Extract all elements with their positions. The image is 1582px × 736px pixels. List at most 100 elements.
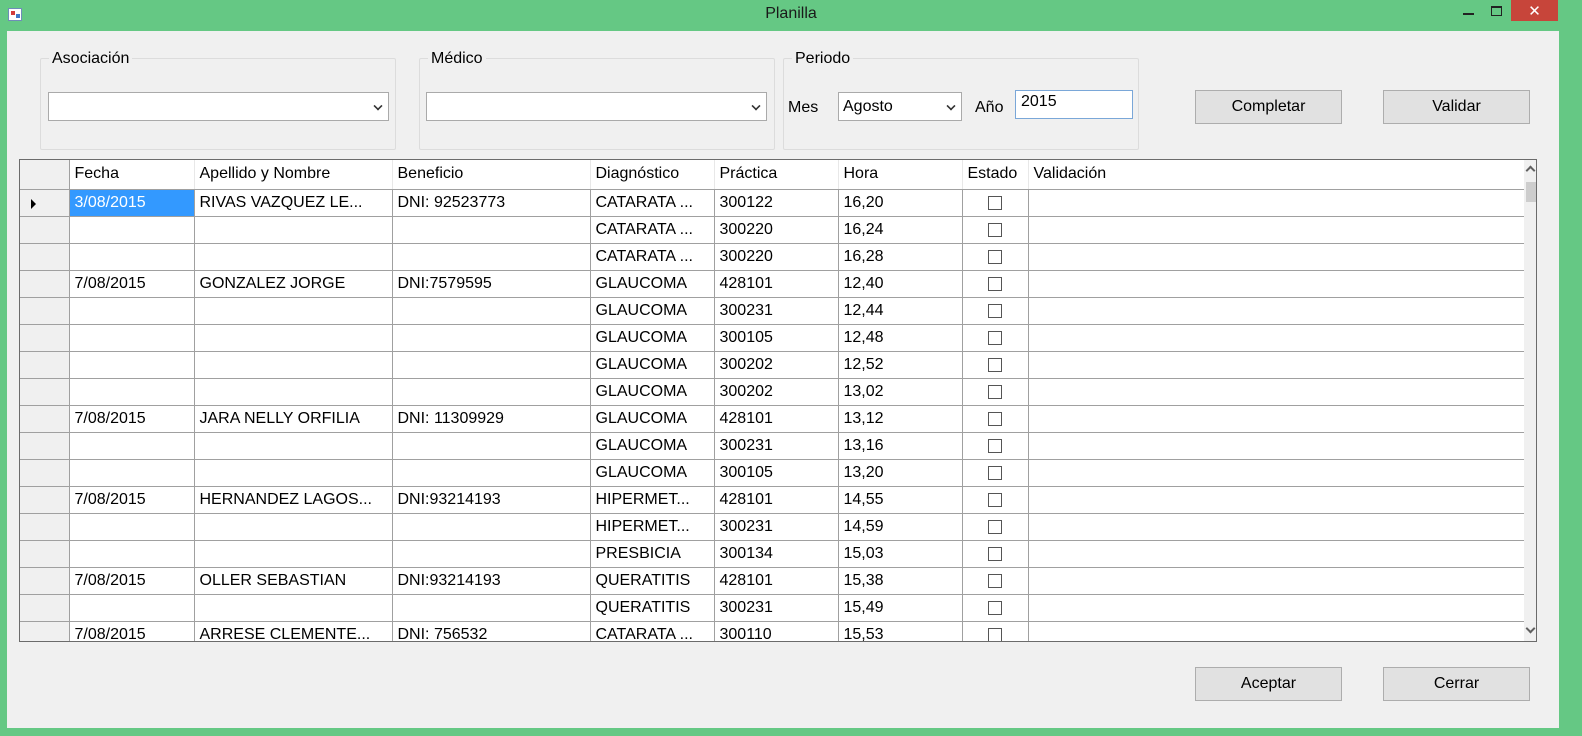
cell-practica[interactable]: 428101 [714, 270, 839, 298]
cell-diagnostico[interactable]: PRESBICIA [590, 540, 715, 568]
row-header[interactable] [20, 189, 70, 217]
validar-button[interactable]: Validar [1383, 90, 1530, 124]
estado-checkbox[interactable] [988, 330, 1002, 345]
cell-beneficio[interactable]: DNI:93214193 [392, 486, 591, 514]
cell-hora[interactable]: 13,20 [838, 459, 963, 487]
cell-fecha[interactable] [69, 297, 195, 325]
cell-practica[interactable]: 300220 [714, 216, 839, 244]
row-header[interactable] [20, 324, 70, 352]
cell-beneficio[interactable]: DNI:93214193 [392, 567, 591, 595]
row-header[interactable] [20, 243, 70, 271]
estado-checkbox[interactable] [988, 465, 1002, 480]
cell-diagnostico[interactable]: HIPERMET... [590, 513, 715, 541]
cell-diagnostico[interactable]: CATARATA ... [590, 621, 715, 641]
cell-beneficio[interactable] [392, 432, 591, 460]
cell-fecha[interactable]: 7/08/2015 [69, 486, 195, 514]
cell-nombre[interactable] [194, 540, 393, 568]
row-header[interactable] [20, 432, 70, 460]
cell-nombre[interactable] [194, 513, 393, 541]
estado-checkbox[interactable] [988, 384, 1002, 399]
cell-validacion[interactable] [1028, 378, 1525, 406]
cell-hora[interactable]: 13,12 [838, 405, 963, 433]
cell-practica[interactable]: 300105 [714, 459, 839, 487]
row-header[interactable] [20, 567, 70, 595]
cell-hora[interactable]: 15,53 [838, 621, 963, 641]
table-row[interactable]: 7/08/2015 JARA NELLY ORFILIA DNI: 11309929… [20, 405, 1525, 433]
table-row[interactable]: GLAUCOMA 300105 13,20 [20, 459, 1525, 487]
cell-fecha[interactable]: 7/08/2015 [69, 405, 195, 433]
planilla-grid[interactable]: Fecha Apellido y Nombre Beneficio Diagnó… [19, 159, 1537, 642]
cell-fecha[interactable] [69, 243, 195, 271]
maximize-button[interactable] [1483, 0, 1509, 21]
cell-nombre[interactable]: RIVAS VAZQUEZ LE... [194, 189, 393, 217]
minimize-button[interactable] [1455, 0, 1481, 21]
medico-combo[interactable] [426, 92, 767, 121]
cell-beneficio[interactable] [392, 216, 591, 244]
cell-hora[interactable]: 15,03 [838, 540, 963, 568]
cell-nombre[interactable] [194, 297, 393, 325]
cell-validacion[interactable] [1028, 270, 1525, 298]
cell-practica[interactable]: 300231 [714, 432, 839, 460]
cell-fecha[interactable] [69, 513, 195, 541]
cell-practica[interactable]: 300231 [714, 594, 839, 622]
table-row[interactable]: 7/08/2015 ARRESE CLEMENTE... DNI: 756532 CA… [20, 621, 1525, 641]
column-header-fecha[interactable]: Fecha [69, 160, 195, 190]
cell-hora[interactable]: 14,55 [838, 486, 963, 514]
cell-hora[interactable]: 14,59 [838, 513, 963, 541]
column-header-hora[interactable]: Hora [838, 160, 963, 190]
cell-diagnostico[interactable]: GLAUCOMA [590, 432, 715, 460]
cell-validacion[interactable] [1028, 459, 1525, 487]
aceptar-button[interactable]: Aceptar [1195, 667, 1342, 701]
estado-checkbox[interactable] [988, 546, 1002, 561]
asociacion-combo[interactable] [48, 92, 389, 121]
row-header[interactable] [20, 513, 70, 541]
cell-beneficio[interactable] [392, 351, 591, 379]
cell-fecha[interactable] [69, 378, 195, 406]
cell-validacion[interactable] [1028, 297, 1525, 325]
cell-hora[interactable]: 15,49 [838, 594, 963, 622]
cell-hora[interactable]: 12,44 [838, 297, 963, 325]
cell-diagnostico[interactable]: GLAUCOMA [590, 405, 715, 433]
cell-hora[interactable]: 12,52 [838, 351, 963, 379]
cell-diagnostico[interactable]: CATARATA ... [590, 189, 715, 217]
cell-hora[interactable]: 13,02 [838, 378, 963, 406]
cell-hora[interactable]: 16,28 [838, 243, 963, 271]
table-row[interactable]: 7/08/2015 OLLER SEBASTIAN DNI:93214193 QUER… [20, 567, 1525, 595]
cell-validacion[interactable] [1028, 567, 1525, 595]
cell-nombre[interactable] [194, 378, 393, 406]
cell-beneficio[interactable]: DNI:7579595 [392, 270, 591, 298]
table-row[interactable]: CATARATA ... 300220 16,24 [20, 216, 1525, 244]
table-row[interactable]: 7/08/2015 HERNANDEZ LAGOS... DNI:93214193 H… [20, 486, 1525, 514]
table-row[interactable]: GLAUCOMA 300202 12,52 [20, 351, 1525, 379]
cell-fecha[interactable]: 7/08/2015 [69, 270, 195, 298]
cell-diagnostico[interactable]: QUERATITIS [590, 594, 715, 622]
cell-practica[interactable]: 300134 [714, 540, 839, 568]
cell-diagnostico[interactable]: GLAUCOMA [590, 351, 715, 379]
cell-fecha[interactable]: 7/08/2015 [69, 621, 195, 641]
cell-practica[interactable]: 300231 [714, 513, 839, 541]
cell-practica[interactable]: 428101 [714, 567, 839, 595]
table-row[interactable]: GLAUCOMA 300231 12,44 [20, 297, 1525, 325]
cell-validacion[interactable] [1028, 189, 1525, 217]
column-header-validacion[interactable]: Validación [1028, 160, 1525, 190]
cell-nombre[interactable] [194, 351, 393, 379]
cell-practica[interactable]: 300202 [714, 351, 839, 379]
estado-checkbox[interactable] [988, 411, 1002, 426]
cell-nombre[interactable] [194, 216, 393, 244]
cell-validacion[interactable] [1028, 405, 1525, 433]
row-header[interactable] [20, 297, 70, 325]
cell-beneficio[interactable]: DNI: 92523773 [392, 189, 591, 217]
cell-practica[interactable]: 428101 [714, 405, 839, 433]
estado-checkbox[interactable] [988, 357, 1002, 372]
column-header-practica[interactable]: Práctica [714, 160, 839, 190]
cell-beneficio[interactable] [392, 243, 591, 271]
cell-fecha[interactable]: 7/08/2015 [69, 567, 195, 595]
cell-hora[interactable]: 12,48 [838, 324, 963, 352]
estado-checkbox[interactable] [988, 627, 1002, 641]
cell-fecha[interactable] [69, 432, 195, 460]
row-header[interactable] [20, 594, 70, 622]
cell-hora[interactable]: 16,24 [838, 216, 963, 244]
cell-validacion[interactable] [1028, 513, 1525, 541]
estado-checkbox[interactable] [988, 249, 1002, 264]
cell-diagnostico[interactable]: HIPERMET... [590, 486, 715, 514]
